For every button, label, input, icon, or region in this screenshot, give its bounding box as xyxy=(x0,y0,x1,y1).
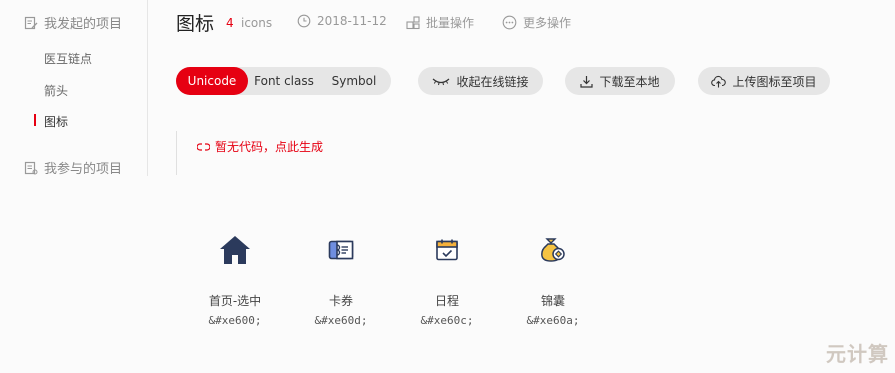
icon-code: &#xe600; xyxy=(208,314,262,327)
more-ops-button[interactable]: 更多操作 xyxy=(502,14,571,31)
icon-count: 4 xyxy=(226,16,234,30)
sidebar-item-icons[interactable]: 图标 xyxy=(44,113,68,130)
icon-code: &#xe60d; xyxy=(314,314,368,327)
icon-card-ticket[interactable]: 卡券 &#xe60d; xyxy=(301,230,381,327)
generate-code-link[interactable]: 暂无代码，点此生成 xyxy=(197,138,323,155)
code-type-tabs: Unicode Font class Symbol xyxy=(176,67,391,95)
batch-ops-label: 批量操作 xyxy=(426,16,475,30)
my-projects-label: 我发起的项目 xyxy=(44,17,123,32)
tab-font-class[interactable]: Font class xyxy=(248,67,320,95)
icon-name: 日程 xyxy=(434,294,459,308)
generate-code-label: 暂无代码，点此生成 xyxy=(215,140,324,154)
sidebar-item-yihu[interactable]: 医互链点 xyxy=(44,50,92,67)
upload-label: 上传图标至项目 xyxy=(732,74,817,89)
collapse-link-label: 收起在线链接 xyxy=(456,74,529,89)
calendar-icon xyxy=(427,230,467,270)
date-meta: 2018-11-12 xyxy=(297,14,387,28)
icon-name: 卡券 xyxy=(328,294,353,308)
collapse-link-button[interactable]: 收起在线链接 xyxy=(418,67,543,95)
icon-card-calendar[interactable]: 日程 &#xe60c; xyxy=(407,230,487,327)
batch-ops-button[interactable]: 批量操作 xyxy=(406,14,474,31)
my-projects-section[interactable]: 我发起的项目 xyxy=(24,13,122,32)
icon-card-home[interactable]: 首页-选中 &#xe600; xyxy=(195,230,275,327)
watermark: 元计算 xyxy=(826,342,889,366)
home-icon xyxy=(215,230,255,270)
tab-symbol[interactable]: Symbol xyxy=(320,67,388,95)
download-icon xyxy=(580,75,594,88)
icon-name: 首页-选中 xyxy=(208,294,262,308)
more-ops-label: 更多操作 xyxy=(523,16,572,30)
joined-projects-label: 我参与的项目 xyxy=(44,162,123,177)
download-label: 下载至本地 xyxy=(599,74,660,89)
icon-code: &#xe60a; xyxy=(526,314,580,327)
ticket-icon xyxy=(321,230,361,270)
money-bag-icon xyxy=(533,230,573,270)
doc-icon xyxy=(24,161,38,174)
active-marker xyxy=(34,114,36,126)
tab-unicode[interactable]: Unicode xyxy=(176,67,248,95)
link-icon xyxy=(197,142,210,151)
date-text: 2018-11-12 xyxy=(317,14,387,28)
icon-name: 锦囊 xyxy=(540,294,565,308)
edit-doc-icon xyxy=(24,16,38,29)
joined-projects-section[interactable]: 我参与的项目 xyxy=(24,158,122,177)
more-icon xyxy=(502,15,517,30)
clock-icon xyxy=(297,14,311,28)
cloud-upload-icon xyxy=(711,75,727,87)
icon-code: &#xe60c; xyxy=(420,314,474,327)
page-title: 图标 xyxy=(176,13,215,35)
icon-count-unit: icons xyxy=(241,16,273,30)
upload-button[interactable]: 上传图标至项目 xyxy=(698,67,830,95)
batch-icon xyxy=(406,15,420,29)
sidebar: 我发起的项目 医互链点 箭头 图标 我参与的项目 xyxy=(0,0,148,177)
icon-card-money-bag[interactable]: 锦囊 &#xe60a; xyxy=(513,230,593,327)
notice-divider xyxy=(176,131,177,175)
download-button[interactable]: 下载至本地 xyxy=(565,67,675,95)
eye-closed-icon xyxy=(433,78,450,86)
sidebar-item-arrows[interactable]: 箭头 xyxy=(44,82,68,99)
